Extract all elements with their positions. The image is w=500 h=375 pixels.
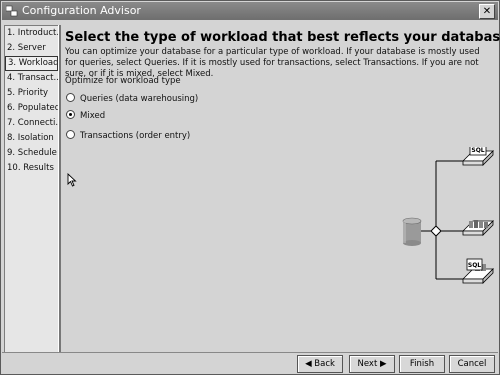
next-button[interactable]: Next ▶ (349, 355, 395, 373)
title-bar[interactable]: Configuration Advisor ✕ (2, 2, 498, 20)
radio-mixed[interactable]: Mixed (66, 110, 105, 122)
mouse-pointer-icon (67, 173, 77, 187)
mixed-tray-icon (462, 220, 494, 236)
database-icon (402, 217, 422, 246)
app-icon (6, 5, 18, 17)
radio-button-mixed[interactable] (66, 110, 75, 119)
sql-label-top: SQL (471, 147, 484, 154)
sidebar-item-priority[interactable]: 5. Priority (5, 86, 58, 101)
radio-button-transactions[interactable] (66, 130, 75, 139)
sidebar-item-populated[interactable]: 6. Populated (5, 101, 58, 116)
sidebar-item-transactions[interactable]: 4. Transact... (5, 71, 58, 86)
window-title: Configuration Advisor (22, 4, 141, 17)
pane-splitter[interactable] (58, 25, 61, 352)
optimize-label: Optimize for workload type (65, 76, 181, 86)
sidebar-item-connections[interactable]: 7. Connecti... (5, 116, 58, 131)
wizard-steps-sidebar: 1. Introduct... 2. Server 3. Workload 4.… (4, 25, 59, 353)
sidebar-item-isolation[interactable]: 8. Isolation (5, 131, 58, 146)
radio-transactions[interactable]: Transactions (order entry) (66, 130, 190, 142)
button-bar-separator (2, 352, 498, 353)
sidebar-item-schedule[interactable]: 9. Schedule (5, 146, 58, 161)
radio-button-queries[interactable] (66, 93, 75, 102)
radio-label-mixed: Mixed (80, 111, 106, 121)
sidebar-item-results[interactable]: 10. Results (5, 161, 58, 176)
finish-button[interactable]: Finish (399, 355, 445, 373)
workload-page: Select the type of workload that best re… (63, 25, 500, 351)
close-button[interactable]: ✕ (479, 4, 495, 19)
radio-queries[interactable]: Queries (data warehousing) (66, 93, 198, 105)
radio-label-queries: Queries (data warehousing) (80, 94, 199, 104)
sidebar-item-workload[interactable]: 3. Workload (5, 56, 58, 71)
query-tray-icon: SQL (462, 147, 494, 166)
back-button[interactable]: ◀ Back (297, 355, 343, 373)
cancel-button[interactable]: Cancel (449, 355, 495, 373)
configuration-advisor-window: Configuration Advisor ✕ 1. Introduct... … (0, 0, 500, 375)
transaction-tray-icon: SQL (462, 258, 494, 284)
junction-diamond-icon (430, 225, 442, 237)
page-title: Select the type of workload that best re… (65, 30, 500, 45)
radio-label-transactions: Transactions (order entry) (80, 131, 191, 141)
sidebar-item-server[interactable]: 2. Server (5, 41, 58, 56)
sql-label-bottom: SQL (468, 262, 481, 269)
workload-diagram: SQL SQL (402, 147, 494, 284)
sidebar-item-introduction[interactable]: 1. Introduct... (5, 26, 58, 41)
